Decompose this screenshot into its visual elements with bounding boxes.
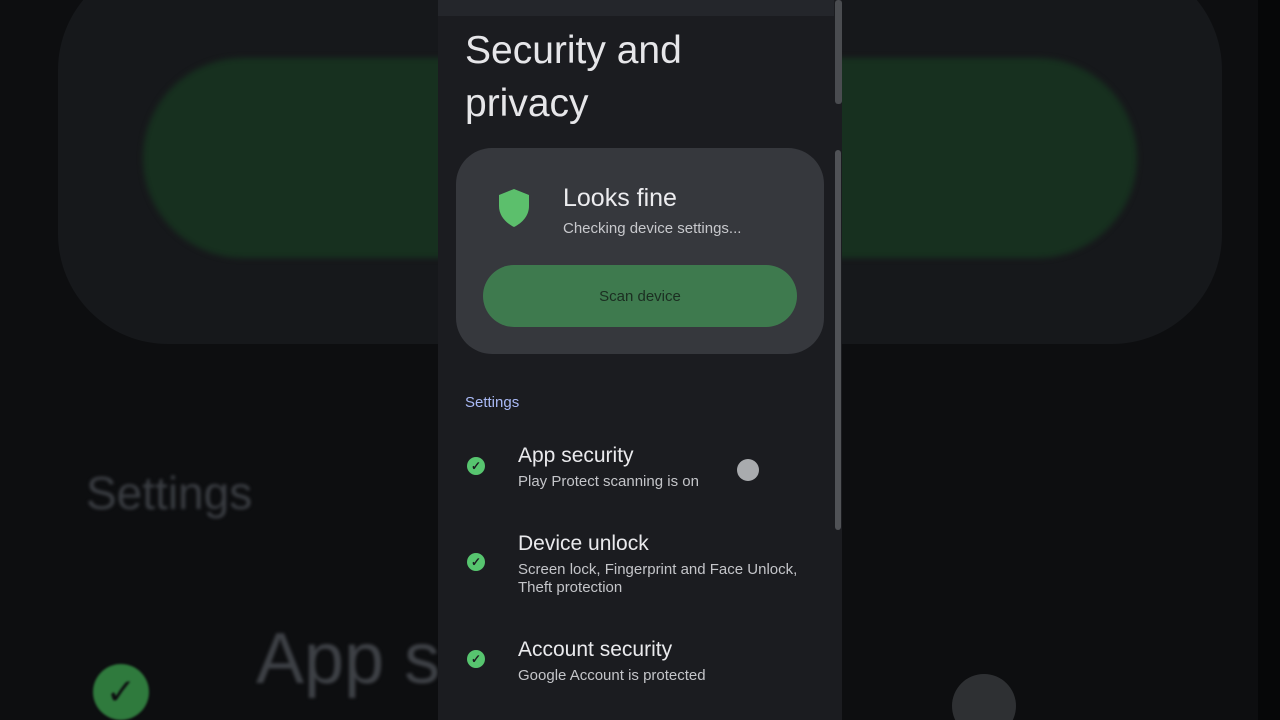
bg-app-text: App s: [256, 619, 441, 699]
shield-icon: [499, 189, 529, 227]
scrollbar-top[interactable]: [835, 0, 842, 104]
settings-item-account-security[interactable]: ✓ Account security Google Account is pro…: [438, 634, 834, 694]
bg-touch-indicator: [952, 674, 1016, 720]
top-app-bar: [438, 0, 834, 16]
check-icon: ✓: [467, 457, 485, 475]
right-edge-strip: [1258, 0, 1280, 720]
item-subtitle: Play Protect scanning is on: [518, 473, 699, 490]
scrollbar-thumb[interactable]: [835, 150, 841, 530]
bg-settings-heading: Settings: [86, 467, 253, 519]
item-title: App security: [518, 444, 634, 467]
item-title: Account security: [518, 638, 673, 661]
settings-item-app-security[interactable]: ✓ App security Play Protect scanning is …: [438, 440, 834, 500]
status-subtitle: Checking device settings...: [563, 220, 742, 237]
status-title: Looks fine: [563, 184, 677, 212]
bg-check-icon: ✓: [93, 664, 149, 720]
settings-item-device-unlock[interactable]: ✓ Device unlock Screen lock, Fingerprint…: [438, 528, 834, 600]
item-subtitle: Google Account is protected: [518, 667, 706, 684]
phone-screen: Security and privacy Looks fine Checking…: [438, 0, 842, 720]
item-subtitle: Screen lock, Fingerprint and Face Unlock…: [518, 561, 798, 596]
scan-device-button[interactable]: Scan device: [483, 265, 797, 327]
security-status-card[interactable]: Looks fine Checking device settings... S…: [456, 148, 824, 354]
check-icon: ✓: [467, 650, 485, 668]
check-icon: ✓: [467, 553, 485, 571]
item-title: Device unlock: [518, 532, 649, 555]
settings-section-label: Settings: [465, 394, 520, 411]
page-title: Security and privacy: [465, 29, 682, 125]
touch-indicator: [737, 459, 759, 481]
